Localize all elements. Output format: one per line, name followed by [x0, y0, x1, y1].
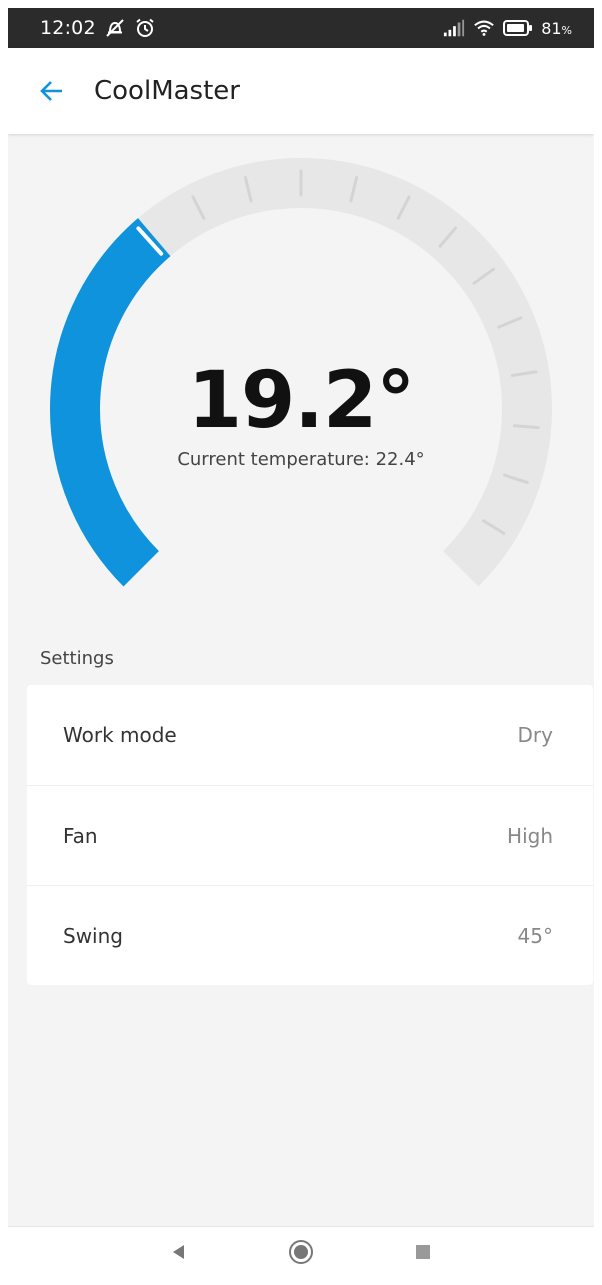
setting-work-mode[interactable]: Work mode Dry — [27, 685, 593, 785]
thermostat-dial[interactable]: 19.2° Current temperature: 22.4° — [8, 134, 594, 614]
nav-recents-button[interactable] — [403, 1232, 443, 1272]
setting-fan[interactable]: Fan High — [27, 785, 593, 885]
setting-value: Dry — [517, 723, 553, 747]
setting-swing[interactable]: Swing 45° — [27, 885, 593, 985]
home-circle-icon — [288, 1239, 314, 1265]
setting-name: Work mode — [63, 723, 177, 747]
setting-name: Fan — [63, 823, 98, 848]
arrow-left-icon — [38, 77, 66, 105]
status-time: 12:02 — [40, 17, 96, 39]
setting-name: Swing — [63, 923, 123, 948]
setpoint-temperature: 19.2° — [187, 356, 415, 446]
alarm-clock-icon — [134, 17, 156, 39]
nav-back-button[interactable] — [159, 1232, 199, 1272]
current-temperature: Current temperature: 22.4° — [177, 449, 425, 470]
recents-square-icon — [414, 1243, 432, 1261]
status-bar-right: 81% — [443, 17, 572, 39]
setting-value: 45° — [517, 923, 553, 948]
settings-list: Work mode Dry Fan High Swing 45° — [27, 685, 593, 985]
status-bar: 12:02 81% — [8, 8, 594, 48]
battery-level: 81% — [541, 18, 572, 38]
setting-value: High — [507, 823, 553, 848]
app-screen: 12:02 81% CoolMaster 19.2° Current tempe… — [8, 8, 594, 1277]
navigation-bar — [8, 1226, 594, 1277]
page-title: CoolMaster — [94, 76, 240, 106]
alarm-off-icon — [104, 17, 126, 39]
signal-icon — [443, 17, 465, 39]
nav-home-button[interactable] — [281, 1232, 321, 1272]
back-triangle-icon — [169, 1242, 189, 1262]
back-button[interactable] — [32, 71, 72, 111]
app-bar: CoolMaster — [8, 48, 594, 134]
status-bar-left: 12:02 — [40, 17, 156, 39]
battery-icon — [503, 17, 533, 39]
wifi-icon — [473, 17, 495, 39]
settings-section-title: Settings — [40, 648, 114, 669]
